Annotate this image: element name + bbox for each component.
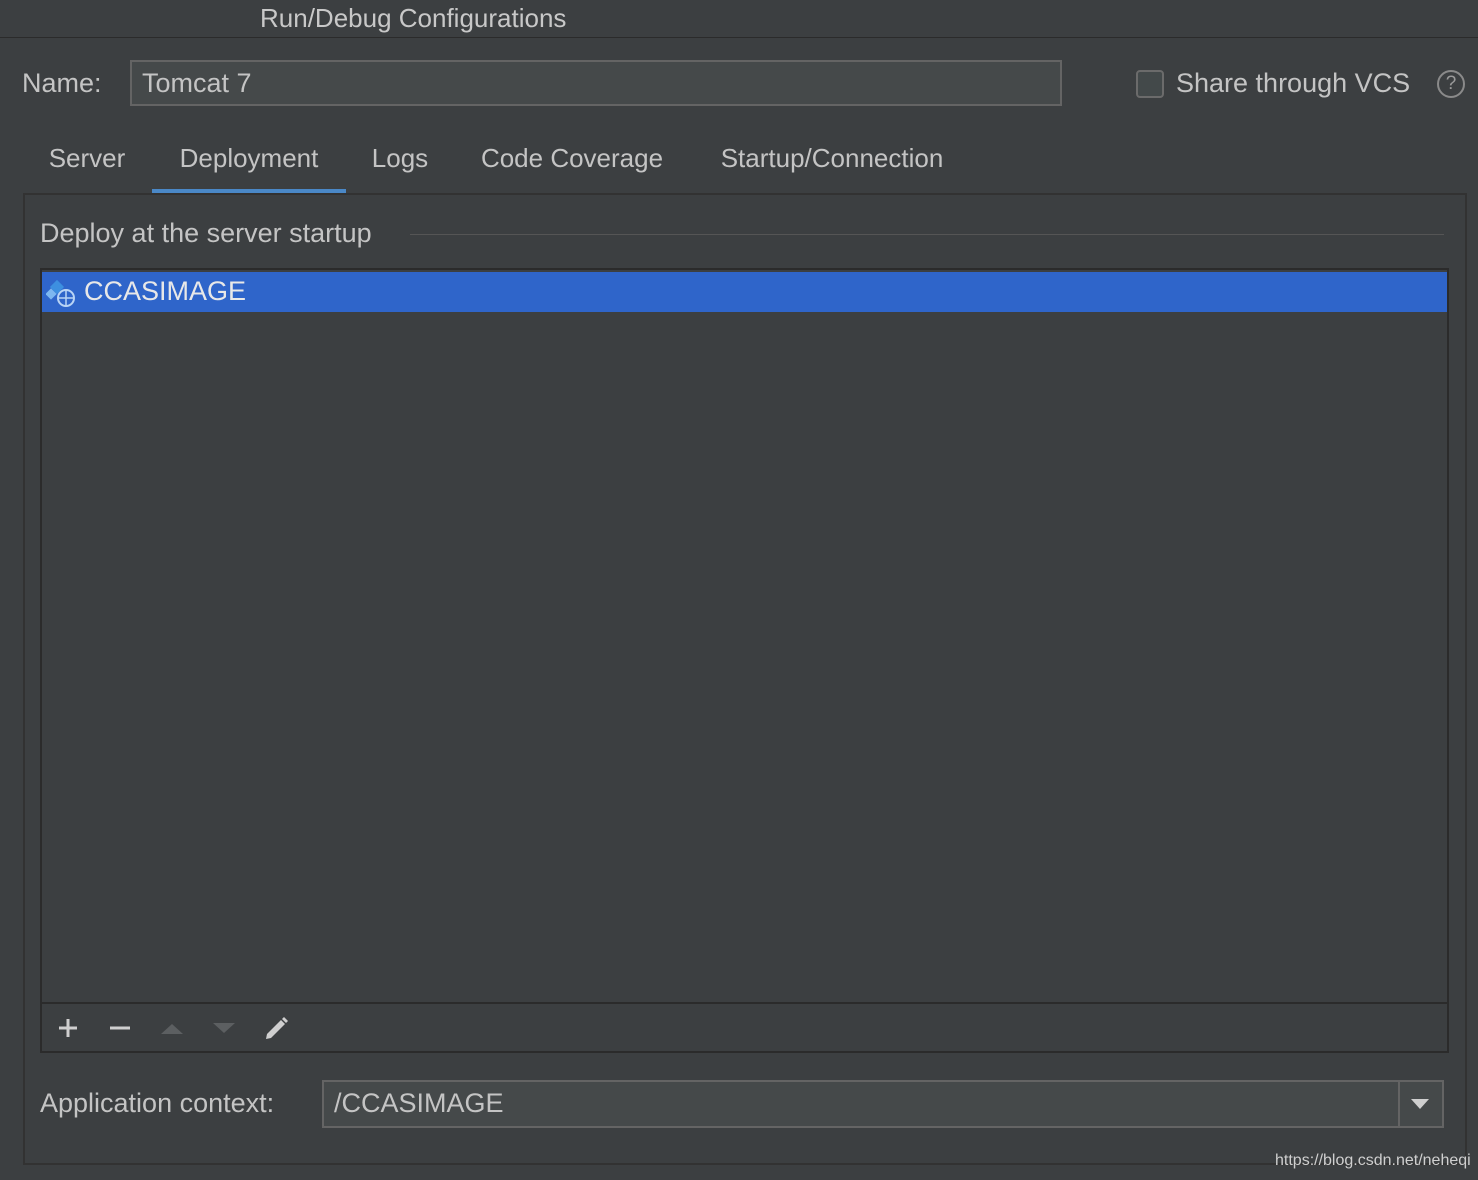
section-divider bbox=[410, 234, 1444, 235]
tab-startup-connection[interactable]: Startup/Connection bbox=[716, 143, 948, 194]
help-icon[interactable]: ? bbox=[1437, 70, 1465, 98]
tab-server[interactable]: Server bbox=[48, 143, 126, 194]
tab-code-coverage[interactable]: Code Coverage bbox=[480, 143, 664, 194]
title-bar: Run/Debug Configurations bbox=[0, 0, 1478, 38]
share-vcs-checkbox[interactable] bbox=[1136, 70, 1164, 98]
application-context-value: /CCASIMAGE bbox=[334, 1088, 504, 1118]
window-title: Run/Debug Configurations bbox=[260, 3, 567, 33]
name-label: Name: bbox=[22, 68, 102, 98]
application-context-combo[interactable]: /CCASIMAGE bbox=[322, 1080, 1444, 1128]
add-icon[interactable] bbox=[54, 1014, 82, 1042]
remove-icon[interactable] bbox=[106, 1014, 134, 1042]
deploy-section-label: Deploy at the server startup bbox=[40, 218, 372, 248]
name-input[interactable]: Tomcat 7 bbox=[130, 60, 1062, 106]
tab-logs[interactable]: Logs bbox=[371, 143, 429, 194]
move-up-icon[interactable] bbox=[158, 1014, 186, 1042]
combo-divider bbox=[1398, 1082, 1400, 1126]
list-item[interactable]: CCASIMAGE bbox=[42, 272, 1447, 312]
chevron-down-icon[interactable] bbox=[1410, 1096, 1430, 1112]
tab-deployment[interactable]: Deployment bbox=[152, 143, 346, 194]
move-down-icon[interactable] bbox=[210, 1014, 238, 1042]
deploy-list[interactable] bbox=[40, 268, 1449, 1053]
share-vcs-label[interactable]: Share through VCS bbox=[1176, 68, 1410, 99]
edit-icon[interactable] bbox=[262, 1014, 290, 1042]
web-artifact-icon bbox=[46, 279, 75, 307]
application-context-label: Application context: bbox=[40, 1088, 275, 1118]
list-item-label: CCASIMAGE bbox=[84, 276, 247, 306]
watermark: https://blog.csdn.net/neheqi bbox=[1275, 1152, 1471, 1169]
list-toolbar bbox=[42, 1002, 1447, 1051]
